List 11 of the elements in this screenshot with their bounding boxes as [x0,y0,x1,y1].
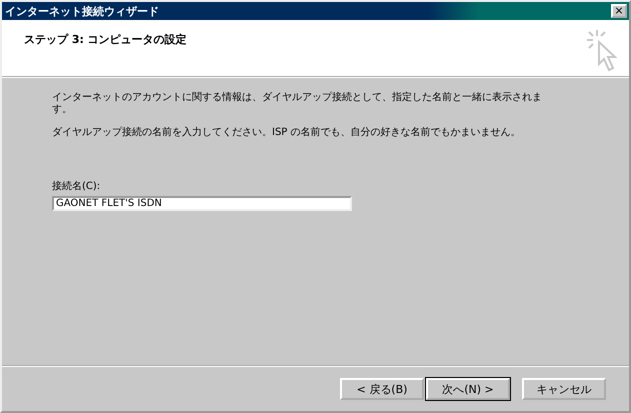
field-label: 接続名(C): [52,180,102,193]
instruction-text: ダイヤルアップ接続の名前を入力してください。ISP の名前でも、自分の好きな名前でもかまいません。 [52,127,522,139]
close-button[interactable]: × [611,4,627,18]
cursor-sparkle-icon [585,28,619,72]
instruction-text: インターネットのアカウントに関する情報は、ダイヤルアップ接続として、指定した名前と一緒に表示されます。 [52,92,542,116]
wizard-button[interactable]: キャンセル [522,378,606,400]
wizard-button[interactable]: < 戻る(B) [340,378,424,400]
connection-name-field[interactable]: GAONET FLET'S ISDN [52,196,352,211]
window-title: インターネット接続ウィザード [5,4,159,18]
step-title: ステップ 3: コンピュータの設定 [24,32,187,48]
wizard-button[interactable]: 次へ(N) > [426,378,510,400]
